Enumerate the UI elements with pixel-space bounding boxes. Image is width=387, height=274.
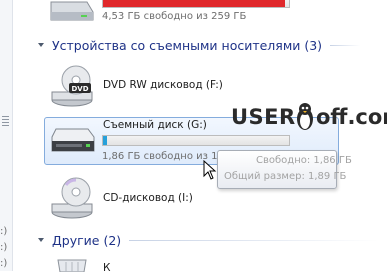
- group-header-other[interactable]: Другие (2): [36, 231, 380, 249]
- group-divider: [129, 239, 380, 241]
- mouse-cursor-icon: [203, 160, 217, 180]
- nav-side-label: :): [0, 242, 8, 253]
- cd-drive-name: CD-дисковод (I:): [103, 192, 193, 204]
- navigation-pane-edge: :) :) :): [0, 0, 13, 271]
- removable-disk-name: Съемный диск (G:): [103, 119, 207, 131]
- dvd-drive-name: DVD RW дисковод (F:): [103, 79, 223, 91]
- cd-drive-icon: [51, 177, 93, 219]
- drive-tooltip: Свободно: 1,86 ГБ Общий размер: 1,89 ГБ: [217, 150, 352, 189]
- hard-drive-space-fill: [103, 0, 286, 7]
- group-title: Другие (2): [52, 232, 122, 248]
- group-title: Устройства со съемными носителями (3): [52, 37, 323, 53]
- tooltip-size-line: Общий размер: 1,89 ГБ: [224, 171, 347, 182]
- group-header-removable[interactable]: Устройства со съемными носителями (3): [36, 36, 361, 54]
- recycle-bin-icon: [57, 259, 87, 272]
- hard-drive-icon: [50, 1, 94, 21]
- group-divider: [330, 44, 361, 46]
- dvd-badge-text: DVD: [71, 85, 88, 93]
- splitter-grip-icon[interactable]: [2, 116, 9, 128]
- dvd-drive-icon: DVD: [51, 65, 93, 107]
- nav-side-label: :): [0, 258, 8, 269]
- tooltip-free-line: Свободно: 1,86 ГБ: [256, 155, 352, 166]
- hard-drive-space-bar: [102, 0, 290, 8]
- nav-side-label: :): [0, 226, 8, 237]
- penguin-mascot-icon: [297, 103, 313, 130]
- watermark-text-a: USER: [231, 105, 296, 129]
- other-item-name: К: [103, 262, 111, 274]
- collapse-chevron-icon[interactable]: [36, 235, 46, 245]
- removable-disk-space-bar: [102, 135, 290, 146]
- hard-drive-free-text: 4,53 ГБ свободно из 259 ГБ: [102, 11, 247, 22]
- site-watermark-logo: USER off.com: [231, 101, 387, 135]
- watermark-text-b: off.com: [316, 105, 387, 129]
- collapse-chevron-icon[interactable]: [36, 40, 46, 50]
- removable-disk-icon: [51, 128, 95, 152]
- removable-disk-space-fill: [103, 136, 107, 145]
